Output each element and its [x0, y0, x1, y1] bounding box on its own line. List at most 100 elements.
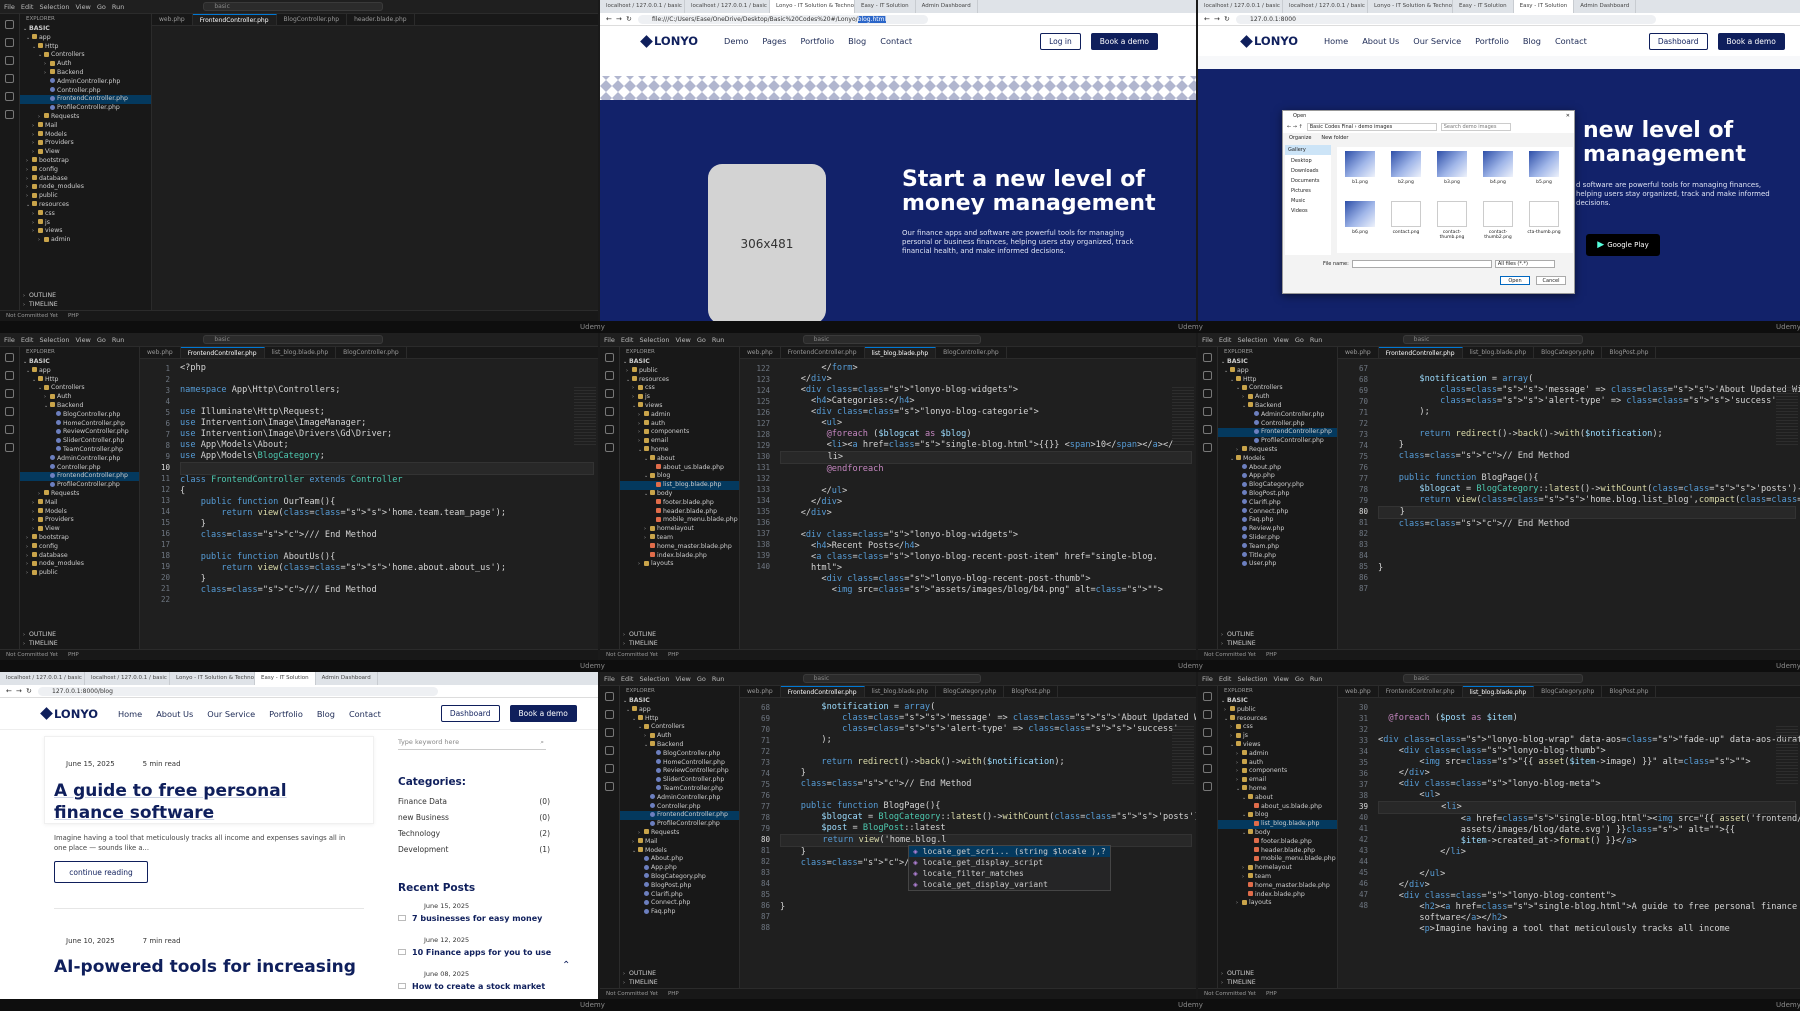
tree-item[interactable]: › bootstrap	[20, 157, 151, 166]
extensions-icon[interactable]	[605, 425, 614, 434]
tree-item[interactable]: › layouts	[1218, 899, 1337, 908]
command-search[interactable]: basic	[1402, 674, 1584, 683]
tree-item[interactable]: › bootstrap	[20, 534, 139, 543]
logo[interactable]: LONYO	[40, 707, 98, 721]
menu-item[interactable]: Run	[712, 336, 724, 344]
tree-item[interactable]: Clarifi.php	[1218, 499, 1337, 508]
status-git[interactable]: Not Committed Yet	[6, 313, 58, 319]
tree-item[interactable]: › config	[20, 543, 139, 552]
tree-item[interactable]: BlogController.php	[20, 411, 139, 420]
menu-item[interactable]: Selection	[39, 336, 69, 344]
tree-item[interactable]: › Mail	[20, 122, 151, 131]
menu-item[interactable]: Edit	[621, 336, 634, 344]
menu-item[interactable]: View	[75, 336, 90, 344]
tree-item[interactable]: › Providers	[20, 516, 139, 525]
files-icon[interactable]	[1203, 692, 1212, 701]
tree-item[interactable]: ⌄ blog	[620, 472, 739, 481]
editor-tab[interactable]: BlogController.php	[336, 347, 407, 358]
browser-tab[interactable]: localhost / 127.0.0.1 / basic	[1283, 0, 1368, 13]
status-language[interactable]: PHP	[1266, 991, 1277, 997]
tree-item[interactable]: › Auth	[20, 60, 151, 69]
editor-tab[interactable]: BlogController.php	[936, 347, 1007, 358]
editor-tab[interactable]: FrontendController.php	[1379, 686, 1463, 697]
browser-tab[interactable]: Easy - IT Solution	[1453, 0, 1514, 13]
back-icon[interactable]: ←	[6, 687, 12, 695]
browser-tab[interactable]: localhost / 127.0.0.1 / basic	[600, 0, 685, 13]
menu-item[interactable]: Selection	[1237, 675, 1267, 683]
code-editor[interactable]: 1 2 3 4 5 6 7 8 9 10 11 12 13 14 15 16 17 18 19 20 21 22 <?php…	[140, 359, 598, 649]
file-thumbnail[interactable]	[1345, 201, 1375, 227]
tree-item[interactable]: ProfileController.php	[20, 104, 151, 113]
status-git[interactable]: Not Committed Yet	[606, 991, 658, 997]
editor-tab[interactable]: list_blog.blade.php	[865, 686, 937, 697]
tree-item[interactable]: home_master.blade.php	[620, 543, 739, 552]
tree-item[interactable]: › node_modules	[20, 183, 151, 192]
editor-tab[interactable]: FrontendController.php	[781, 347, 865, 358]
extensions-icon[interactable]	[1203, 425, 1212, 434]
status-git[interactable]: Not Committed Yet	[1204, 652, 1256, 658]
category-item[interactable]: new Business (0)	[398, 813, 550, 829]
nav-blog[interactable]: Blog	[848, 36, 866, 46]
project-root[interactable]: ⌄ BASIC	[1218, 358, 1337, 367]
editor-tab[interactable]: web.php	[1338, 686, 1379, 697]
tree-item[interactable]: Review.php	[1218, 525, 1337, 534]
file-thumbnail[interactable]	[1529, 151, 1559, 177]
reload-icon[interactable]: ↻	[626, 15, 632, 23]
tree-item[interactable]: ⌄ home	[620, 446, 739, 455]
tree-item[interactable]: › js	[1218, 732, 1337, 741]
tree-item[interactable]: › js	[620, 393, 739, 402]
browser-tab-active[interactable]: Easy - IT Solution	[255, 672, 316, 685]
nav-about[interactable]: About Us	[1362, 36, 1399, 46]
logo[interactable]: LONYO	[1240, 34, 1298, 48]
nav-about[interactable]: About Us	[156, 709, 193, 719]
outline-section[interactable]: › OUTLINE	[620, 631, 739, 640]
browser-tab[interactable]: localhost / 127.0.0.1 / basic	[685, 0, 770, 13]
tree-item[interactable]: App.php	[1218, 472, 1337, 481]
autocomplete-item[interactable]: ◈ locale_get_display_script	[909, 857, 1110, 868]
editor-tab[interactable]: BlogCategory.php	[1534, 347, 1603, 358]
tree-item[interactable]: TeamController.php	[620, 785, 739, 794]
tree-item[interactable]: › homelayout	[620, 525, 739, 534]
browser-tab[interactable]: Admin Dashboard	[1574, 0, 1637, 13]
tree-item[interactable]: ⌄ app	[620, 706, 739, 715]
search-icon[interactable]: ⌕	[540, 738, 544, 747]
book-demo-button[interactable]: Book a demo	[1717, 32, 1785, 50]
code-editor[interactable]: 122 123 124 125 126 127 128 129 130 131 132 133 134 1…	[740, 359, 1196, 649]
menu-item[interactable]: Run	[712, 675, 724, 683]
tree-item[interactable]: header.blade.php	[1218, 847, 1337, 856]
tree-item[interactable]: › Models	[20, 508, 139, 517]
tree-item[interactable]: ⌄ Controllers	[1218, 384, 1337, 393]
nav-blog[interactable]: Blog	[317, 709, 335, 719]
browser-tab[interactable]: localhost / 127.0.0.1 / basic	[1198, 0, 1283, 13]
forward-icon[interactable]: →	[616, 15, 622, 23]
filename-input[interactable]	[1351, 260, 1492, 268]
tree-item[interactable]: About.php	[1218, 464, 1337, 473]
tree-item[interactable]: › public	[620, 367, 739, 376]
tree-item[interactable]: › email	[620, 437, 739, 446]
code-editor[interactable]: 68 69 70 71 72 73 74 75 76 77 78 79 80 81 82 83 84 85 86 87…	[740, 698, 1196, 988]
menu-item[interactable]: Go	[697, 336, 706, 344]
outline-section[interactable]: › OUTLINE	[620, 970, 739, 979]
tree-item[interactable]: footer.blade.php	[620, 499, 739, 508]
remote-icon[interactable]	[605, 443, 614, 452]
nav-downloads[interactable]: Downloads	[1285, 166, 1331, 176]
tree-item[interactable]: › public	[20, 569, 139, 578]
file-thumbnail[interactable]	[1437, 151, 1467, 177]
status-language[interactable]: PHP	[668, 652, 679, 658]
minimap[interactable]	[574, 387, 596, 447]
status-language[interactable]: PHP	[68, 652, 79, 658]
browser-tab[interactable]: localhost / 127.0.0.1 / basic	[0, 672, 85, 685]
tree-item[interactable]: mobile_menu.blade.php	[620, 516, 739, 525]
back-icon[interactable]: ←	[606, 15, 612, 23]
autocomplete-item[interactable]: ◈ locale_get_display_variant	[909, 879, 1110, 890]
source-control-icon[interactable]	[5, 56, 14, 65]
tree-item[interactable]: ⌄ views	[620, 402, 739, 411]
tree-item[interactable]: Team.php	[1218, 543, 1337, 552]
nav-demo[interactable]: Demo	[724, 36, 748, 46]
continue-reading-button[interactable]: continue reading	[54, 861, 148, 883]
scroll-top-icon[interactable]: ⌃	[562, 960, 570, 971]
tree-item[interactable]: ⌄ app	[20, 367, 139, 376]
search-icon[interactable]	[605, 371, 614, 380]
tree-item[interactable]: › homelayout	[1218, 864, 1337, 873]
login-button[interactable]: Log in	[1040, 32, 1081, 50]
